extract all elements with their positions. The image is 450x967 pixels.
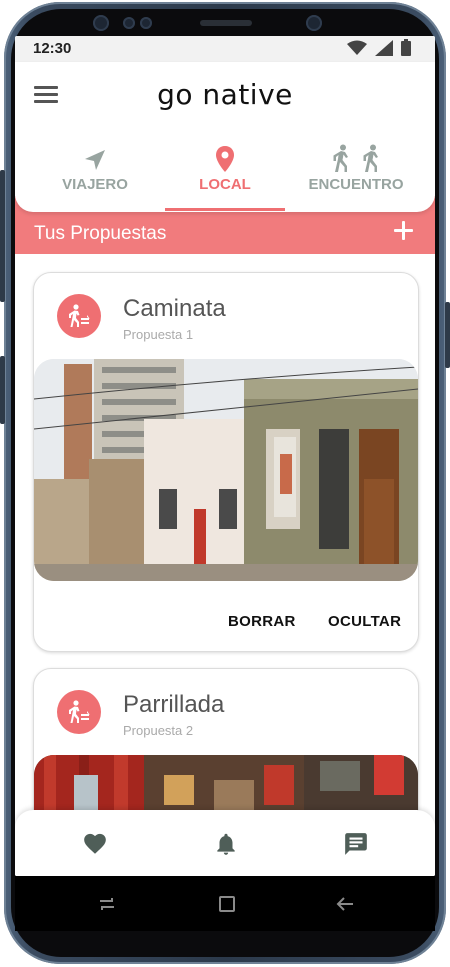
app-bar: go native VIAJERO LOCAL ENCUENTRO: [15, 62, 435, 212]
wifi-icon: [347, 40, 367, 55]
home-button[interactable]: [217, 894, 237, 914]
battery-icon: [401, 39, 411, 56]
tab-local-label: LOCAL: [199, 176, 251, 193]
location-pin-icon: [216, 146, 234, 172]
bell-icon: [217, 833, 235, 855]
front-camera-right: [306, 15, 322, 31]
heart-icon: [84, 833, 106, 854]
volume-button: [0, 170, 5, 302]
signal-icon: [375, 39, 393, 56]
walking-person-icon: [69, 700, 90, 723]
front-camera: [93, 15, 109, 31]
nav-notifications[interactable]: [213, 831, 239, 857]
proposal-card[interactable]: Caminata Propuesta 1 BORRAR OCULTAR: [33, 272, 419, 652]
recent-apps-button[interactable]: [97, 894, 117, 914]
street-photo: [34, 359, 418, 581]
home-square-icon: [219, 896, 235, 912]
recent-apps-icon: [100, 898, 114, 910]
proposals-feed[interactable]: Caminata Propuesta 1 BORRAR OCULTAR Parr…: [15, 254, 435, 876]
tab-viajero-label: VIAJERO: [62, 176, 128, 193]
section-title: Tus Propuestas: [34, 223, 167, 244]
hide-button[interactable]: OCULTAR: [328, 613, 401, 630]
back-button[interactable]: [335, 894, 355, 914]
tab-local[interactable]: LOCAL: [165, 142, 285, 212]
sensor: [123, 17, 135, 29]
chat-icon: [345, 833, 367, 855]
speaker-grille: [200, 20, 252, 26]
app-title: go native: [157, 78, 293, 111]
walking-person-icon-2: [363, 144, 378, 172]
back-arrow-icon: [336, 897, 353, 911]
status-icons: [347, 39, 411, 56]
card-subtitle: Propuesta 2: [123, 723, 194, 738]
street-scene: [34, 359, 418, 581]
status-bar: 12:30: [15, 36, 435, 62]
card-subtitle: Propuesta 1: [123, 327, 194, 342]
tab-encuentro[interactable]: ENCUENTRO: [300, 142, 412, 212]
status-time: 12:30: [33, 40, 72, 57]
active-tab-indicator: [165, 208, 285, 211]
card-avatar: [57, 690, 101, 734]
sensor-2: [140, 17, 152, 29]
delete-button[interactable]: BORRAR: [228, 613, 296, 630]
screen: 12:30 go native VIAJERO LOCAL ENCUENTRO …: [15, 36, 435, 876]
bottom-nav: [15, 810, 435, 876]
card-title: Parrillada: [123, 691, 225, 718]
card-title: Caminata: [123, 295, 226, 322]
tab-viajero[interactable]: VIAJERO: [45, 142, 145, 212]
walking-person-icon: [69, 304, 90, 327]
walking-people-icon: [333, 144, 348, 172]
nav-favorites[interactable]: [82, 831, 108, 857]
side-button: [445, 302, 450, 368]
tab-encuentro-label: ENCUENTRO: [308, 176, 404, 193]
power-button: [0, 356, 5, 424]
card-avatar: [57, 294, 101, 338]
add-proposal-button[interactable]: [393, 220, 415, 242]
navigation-arrow-icon: [85, 150, 105, 170]
nav-messages[interactable]: [343, 831, 369, 857]
system-nav-bar: [15, 876, 435, 931]
